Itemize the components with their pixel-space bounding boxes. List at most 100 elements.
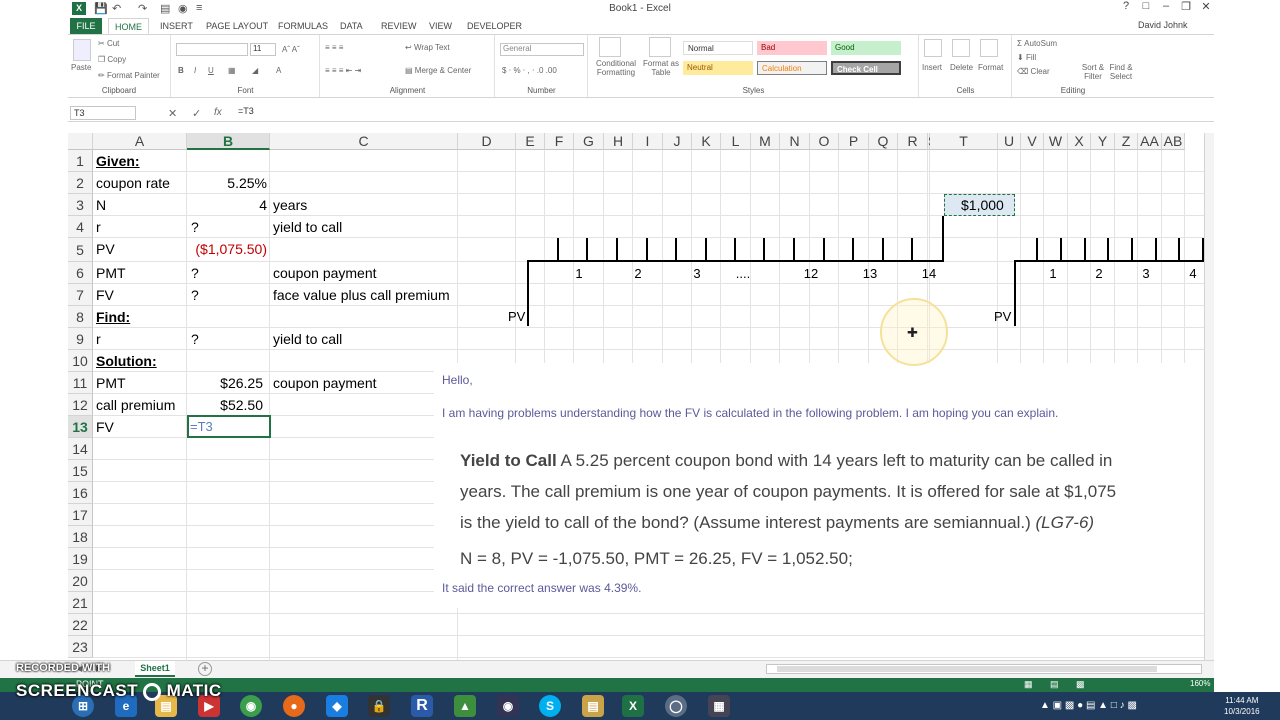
formula-input[interactable]: =T3 xyxy=(238,106,254,116)
r-language-icon[interactable]: R xyxy=(411,695,433,717)
screencast-taskbar-icon[interactable]: ◯ xyxy=(665,695,687,717)
restore-icon[interactable]: ❐ xyxy=(1176,0,1196,13)
grow-font-icon[interactable]: Aˆ Aˇ xyxy=(282,45,300,54)
cell-a9[interactable]: r xyxy=(96,328,101,350)
column-header-j[interactable]: J xyxy=(663,133,692,150)
merge-center-button[interactable]: ▤ Merge & Center xyxy=(405,66,471,75)
firefox-icon[interactable]: ● xyxy=(283,695,305,717)
cell-c6[interactable]: coupon payment xyxy=(273,262,377,284)
column-header-b[interactable]: B xyxy=(187,133,270,150)
row-header-9[interactable]: 9 xyxy=(68,328,93,350)
column-header-ab[interactable]: AB xyxy=(1162,133,1185,150)
format-as-table-button[interactable]: Format as Table xyxy=(641,59,681,77)
row-header-7[interactable]: 7 xyxy=(68,284,93,306)
font-size-box[interactable]: 11 xyxy=(250,43,276,56)
cell-a2[interactable]: coupon rate xyxy=(96,172,170,194)
row-header-4[interactable]: 4 xyxy=(68,216,93,238)
row-header-14[interactable]: 14 xyxy=(68,438,93,460)
column-header-k[interactable]: K xyxy=(692,133,721,150)
sheet-tab-sheet1[interactable]: Sheet1 xyxy=(135,661,175,677)
row-header-11[interactable]: 11 xyxy=(68,372,93,394)
column-header-g[interactable]: G xyxy=(574,133,604,150)
column-header-n[interactable]: N xyxy=(780,133,810,150)
insert-button[interactable]: Insert xyxy=(922,63,942,72)
paste-button[interactable]: Paste xyxy=(71,63,91,72)
cell-c9[interactable]: yield to call xyxy=(273,328,342,350)
cell-b2[interactable]: 5.25% xyxy=(187,172,267,194)
cell-c3[interactable]: years xyxy=(273,194,307,216)
insert-function-icon[interactable]: fx xyxy=(214,107,222,118)
column-header-x[interactable]: X xyxy=(1068,133,1091,150)
row-header-17[interactable]: 17 xyxy=(68,504,93,526)
find-select-button[interactable]: Find & Select xyxy=(1107,63,1135,81)
row-header-3[interactable]: 3 xyxy=(68,194,93,216)
column-header-p[interactable]: P xyxy=(839,133,869,150)
row-header-20[interactable]: 20 xyxy=(68,570,93,592)
tab-home[interactable]: HOME xyxy=(108,18,149,34)
italic-icon[interactable]: I xyxy=(194,66,196,75)
style-good[interactable]: Good xyxy=(831,41,901,55)
delete-button[interactable]: Delete xyxy=(950,63,973,72)
column-header-d[interactable]: D xyxy=(458,133,516,150)
format-as-table-icon[interactable] xyxy=(649,37,671,57)
vertical-scrollbar[interactable] xyxy=(1204,133,1214,660)
row-header-22[interactable]: 22 xyxy=(68,614,93,636)
column-header-y[interactable]: Y xyxy=(1091,133,1115,150)
column-header-u[interactable]: U xyxy=(998,133,1021,150)
row-header-23[interactable]: 23 xyxy=(68,636,93,658)
cell-a4[interactable]: r xyxy=(96,216,101,238)
tab-view[interactable]: VIEW xyxy=(429,18,452,34)
cell-c4[interactable]: yield to call xyxy=(273,216,342,238)
cell-c11[interactable]: coupon payment xyxy=(273,372,377,394)
format-button[interactable]: Format xyxy=(978,63,1003,72)
horizontal-scroll-thumb[interactable] xyxy=(777,666,1157,672)
select-all-corner[interactable] xyxy=(68,133,93,150)
insert-cells-icon[interactable] xyxy=(924,39,942,57)
row-header-1[interactable]: 1 xyxy=(68,150,93,172)
remote-desktop-icon[interactable]: ◉ xyxy=(497,695,519,717)
tab-formulas[interactable]: FORMULAS xyxy=(278,18,328,34)
row-header-10[interactable]: 10 xyxy=(68,350,93,372)
cell-a1[interactable]: Given: xyxy=(96,150,140,172)
cell-b6[interactable]: ? xyxy=(191,262,199,284)
row-header-16[interactable]: 16 xyxy=(68,482,93,504)
row-header-19[interactable]: 19 xyxy=(68,548,93,570)
folder-icon[interactable]: ▤ xyxy=(582,695,604,717)
cell-b13-editing[interactable]: =T3 xyxy=(190,416,213,438)
font-name-box[interactable] xyxy=(176,43,248,56)
page-break-view-icon[interactable]: ▩ xyxy=(1076,679,1085,690)
tab-review[interactable]: REVIEW xyxy=(381,18,417,34)
cell-t3[interactable]: $1,000 xyxy=(961,194,1004,216)
cell-a13[interactable]: FV xyxy=(96,416,114,438)
fill-button[interactable]: ⬇ Fill xyxy=(1017,53,1036,62)
wrap-text-button[interactable]: ↩ Wrap Text xyxy=(405,43,450,52)
tab-insert[interactable]: INSERT xyxy=(160,18,193,34)
cell-b12[interactable]: $52.50 xyxy=(187,394,263,416)
cell-b4[interactable]: ? xyxy=(191,216,199,238)
cell-a11[interactable]: PMT xyxy=(96,372,126,394)
column-header-a[interactable]: A xyxy=(93,133,187,150)
autosum-button[interactable]: Σ AutoSum xyxy=(1017,39,1057,48)
sort-filter-button[interactable]: Sort & Filter xyxy=(1079,63,1107,81)
tree-app-icon[interactable]: ▲ xyxy=(454,695,476,717)
conditional-formatting-button[interactable]: Conditional Formatting xyxy=(593,59,639,77)
column-header-i[interactable]: I xyxy=(633,133,663,150)
row-header-8[interactable]: 8 xyxy=(68,306,93,328)
enter-formula-icon[interactable]: ✓ xyxy=(192,107,201,120)
column-header-t[interactable]: T xyxy=(930,133,998,150)
column-header-f[interactable]: F xyxy=(545,133,574,150)
column-header-z[interactable]: Z xyxy=(1115,133,1138,150)
row-header-5[interactable]: 5 xyxy=(68,238,93,262)
tab-file[interactable]: FILE xyxy=(70,18,102,34)
paste-icon[interactable] xyxy=(73,39,91,61)
zoom-level[interactable]: 160% xyxy=(1190,679,1210,688)
style-check-cell[interactable]: Check Cell xyxy=(831,61,901,75)
tab-data[interactable]: DATA xyxy=(340,18,363,34)
column-header-w[interactable]: W xyxy=(1044,133,1068,150)
close-icon[interactable]: ✕ xyxy=(1196,0,1216,13)
tray-icons[interactable]: ▲ ▣ ▩ ● ▤ ▲ □ ♪ ▩ xyxy=(1040,700,1137,711)
column-header-l[interactable]: L xyxy=(721,133,751,150)
row-header-18[interactable]: 18 xyxy=(68,526,93,548)
align-top-icon[interactable]: ≡ ≡ ≡ xyxy=(325,43,343,52)
tab-page-layout[interactable]: PAGE LAYOUT xyxy=(206,18,268,34)
